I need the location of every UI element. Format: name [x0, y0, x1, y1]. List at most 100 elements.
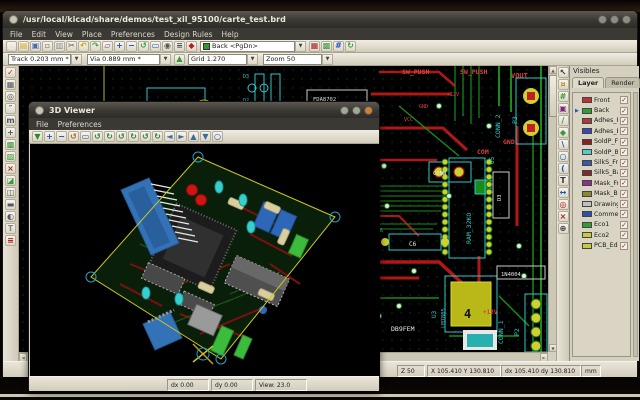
viewer3d-menu-preferences[interactable]: Preferences — [58, 120, 102, 129]
viewer3d-minimize-button[interactable] — [340, 105, 349, 115]
layer-visibility-checkbox[interactable]: ✓ — [620, 210, 628, 219]
layer-row-silks_front[interactable]: SilkS_Front ✓ — [574, 157, 629, 167]
close-button[interactable] — [622, 15, 631, 24]
ratsnest-icon[interactable]: ▦ — [309, 40, 320, 52]
add-circle-icon[interactable]: ○ — [557, 151, 569, 162]
rotate-y-pos-icon[interactable]: ↻ — [128, 131, 139, 142]
drc-check-icon[interactable]: ✓ — [5, 67, 16, 78]
footprint-grid-icon[interactable]: # — [333, 40, 344, 52]
auto-route-icon[interactable]: ↻ — [345, 40, 356, 52]
layer-color-swatch[interactable] — [582, 232, 592, 239]
menu-file[interactable]: File — [10, 30, 23, 39]
layer-row-mask_back[interactable]: Mask_Back ✓ — [574, 189, 629, 199]
layer-visibility-checkbox[interactable]: ✓ — [620, 137, 628, 146]
add-target-icon[interactable]: ◎ — [557, 199, 569, 210]
menu-design-rules[interactable]: Design Rules — [164, 30, 213, 39]
move-left-icon[interactable]: ◄ — [164, 131, 175, 142]
module-ratsnest-icon[interactable]: ▩ — [321, 40, 332, 52]
track-width-combo[interactable]: Track 0.203 mm * ▼ — [8, 53, 82, 65]
move-up-icon[interactable]: ▲ — [188, 131, 199, 142]
move-right-icon[interactable]: ► — [176, 131, 187, 142]
grid-toggle-icon[interactable]: ▦ — [5, 79, 16, 90]
units-inch-icon[interactable]: ″ — [5, 103, 16, 114]
zoom-dropdown[interactable]: ▼ — [322, 53, 333, 65]
layer-visibility-checkbox[interactable]: ✓ — [620, 148, 628, 157]
layer-color-swatch[interactable] — [582, 149, 592, 156]
tab-layer[interactable]: Layer — [572, 77, 605, 88]
layer-color-swatch[interactable] — [582, 159, 592, 166]
reload-board-icon[interactable]: ▼ — [32, 131, 43, 142]
layer-color-swatch[interactable] — [582, 190, 592, 197]
add-text-icon[interactable]: T — [557, 175, 569, 186]
layer-color-swatch[interactable] — [582, 117, 592, 124]
layer-color-swatch[interactable] — [582, 138, 592, 145]
menu-place[interactable]: Place — [82, 30, 102, 39]
redo-icon[interactable]: ↷ — [90, 40, 101, 52]
add-track-icon[interactable]: / — [557, 115, 569, 126]
menu-edit[interactable]: Edit — [32, 30, 47, 39]
layer-visibility-checkbox[interactable]: ✓ — [620, 106, 628, 115]
minimize-button[interactable] — [598, 15, 607, 24]
layer-visibility-checkbox[interactable]: ✓ — [620, 179, 628, 188]
redraw-icon[interactable]: ↺ — [68, 131, 79, 142]
cut-icon[interactable]: ✂ — [66, 40, 77, 52]
layer-color-swatch[interactable] — [582, 169, 592, 176]
layer-row-mask_front[interactable]: Mask_Front ✓ — [574, 178, 629, 188]
layer-visibility-checkbox[interactable]: ✓ — [620, 96, 628, 105]
layer-row-adhes_front[interactable]: Adhes_Front ✓ — [574, 116, 629, 126]
layer-row-eco2[interactable]: Eco2 ✓ — [574, 230, 629, 240]
layer-visibility-checkbox[interactable]: ✓ — [620, 189, 628, 198]
zoom-in-icon[interactable]: + — [44, 131, 55, 142]
maximize-button[interactable] — [610, 15, 619, 24]
new-board-icon[interactable]: ▢ — [6, 40, 17, 52]
menu-preferences[interactable]: Preferences — [111, 30, 155, 39]
highlight-net-icon[interactable]: ¤ — [557, 79, 569, 90]
zoom-in-icon[interactable]: + — [114, 40, 125, 52]
redraw-icon[interactable]: ↺ — [138, 40, 149, 52]
netlist-icon[interactable]: ≡ — [174, 40, 185, 52]
main-titlebar[interactable]: /usr/local/kicad/share/demos/test_xil_95… — [3, 11, 637, 28]
find-icon[interactable]: ◉ — [162, 40, 173, 52]
cursor-shape-icon[interactable]: + — [5, 127, 16, 138]
add-zone-icon[interactable]: ◆ — [557, 127, 569, 138]
zoom-out-icon[interactable]: − — [126, 40, 137, 52]
layer-list-scrollbar[interactable] — [633, 92, 638, 357]
layer-row-soldp_back[interactable]: SoldP_Back ✓ — [574, 147, 629, 157]
rotate-z-neg-icon[interactable]: ↺ — [140, 131, 151, 142]
delete-item-icon[interactable]: × — [557, 211, 569, 222]
add-module-icon[interactable]: ▣ — [557, 103, 569, 114]
layer-row-pcb_edges[interactable]: PCB_Edges ✓ — [574, 240, 629, 250]
layer-visibility-checkbox[interactable]: ✓ — [620, 220, 628, 229]
rotate-y-neg-icon[interactable]: ↺ — [116, 131, 127, 142]
open-board-icon[interactable]: ▤ — [18, 40, 29, 52]
track-width-auto-icon[interactable]: ▲ — [174, 53, 185, 65]
layer-selector[interactable]: Back <PgDn> ▼ — [200, 40, 306, 52]
layer-color-swatch[interactable] — [582, 201, 592, 208]
layers-manager-icon[interactable]: ≡ — [5, 235, 16, 246]
layer-visibility-checkbox[interactable]: ✓ — [620, 127, 628, 136]
layer-selector-dropdown[interactable]: ▼ — [295, 40, 306, 52]
layer-row-soldp_front[interactable]: SoldP_Front ✓ — [574, 137, 629, 147]
layer-color-swatch[interactable] — [582, 221, 592, 228]
via-size-dropdown[interactable]: ▼ — [160, 53, 171, 65]
rotate-x-pos-icon[interactable]: ↻ — [104, 131, 115, 142]
invisible-text-icon[interactable]: T — [5, 223, 16, 234]
layer-row-silks_back[interactable]: SilkS_Back ✓ — [574, 168, 629, 178]
layer-color-swatch[interactable] — [582, 211, 592, 218]
auto-delete-icon[interactable]: × — [5, 163, 16, 174]
layer-color-swatch[interactable] — [582, 180, 592, 187]
layer-row-comments[interactable]: Comments ✓ — [574, 209, 629, 219]
offset-origin-icon[interactable]: ⊕ — [557, 223, 569, 234]
add-line-icon[interactable]: \ — [557, 139, 569, 150]
zoom-out-icon[interactable]: − — [56, 131, 67, 142]
high-contrast-icon[interactable]: ◐ — [5, 211, 16, 222]
track-width-dropdown[interactable]: ▼ — [71, 53, 82, 65]
viewer3d-close-button[interactable] — [364, 105, 373, 115]
layer-visibility-checkbox[interactable]: ✓ — [620, 241, 628, 250]
zoom-combo[interactable]: Zoom 50 ▼ — [263, 53, 333, 65]
grid-dropdown[interactable]: ▼ — [247, 53, 258, 65]
drc-icon[interactable]: ◆ — [186, 40, 197, 52]
page-settings-icon[interactable]: ▫ — [42, 40, 53, 52]
layer-row-eco1[interactable]: Eco1 ✓ — [574, 220, 629, 230]
ratsnest-general-icon[interactable]: ▩ — [5, 139, 16, 150]
